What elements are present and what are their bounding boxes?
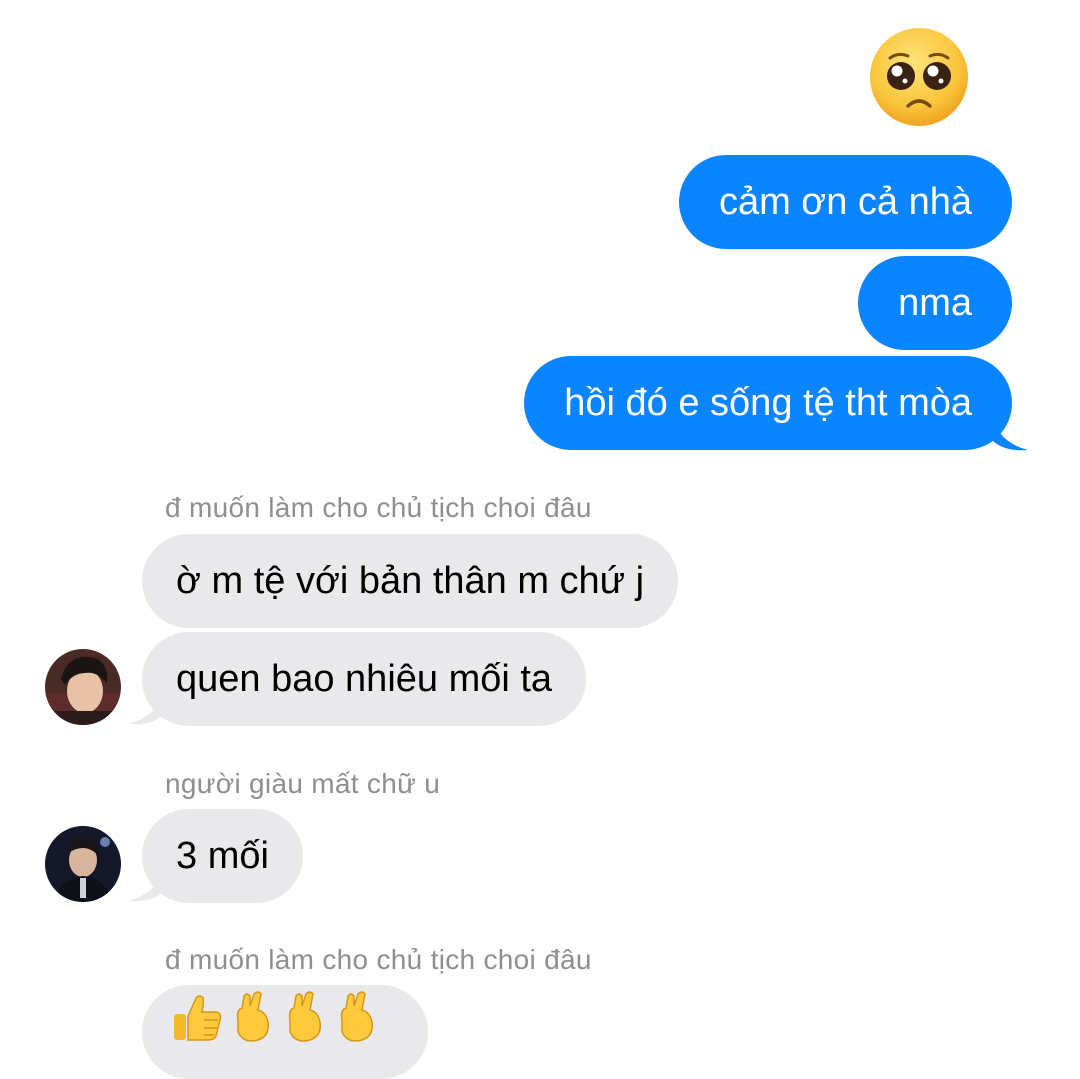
outgoing-bubble-tail	[990, 410, 1028, 451]
avatar[interactable]	[45, 826, 121, 902]
sender-name: đ muốn làm cho chủ tịch choi đâu	[165, 944, 592, 975]
sender-name: người giàu mất chữ u	[165, 768, 441, 799]
outgoing-message-bubble[interactable]: nma	[858, 256, 1012, 350]
avatar[interactable]	[45, 649, 121, 725]
outgoing-message-bubble[interactable]: hồi đó e sống tệ tht mòa	[524, 356, 1012, 450]
crossed-fingers-icon	[282, 985, 328, 1079]
incoming-message-bubble[interactable]: 3 mối	[142, 809, 303, 903]
sender-name: đ muốn làm cho chủ tịch choi đâu	[165, 492, 592, 523]
incoming-bubble-tail	[128, 684, 166, 725]
thumbs-up-icon	[170, 985, 224, 1079]
crossed-fingers-icon	[230, 985, 276, 1079]
incoming-message-bubble[interactable]: quen bao nhiêu mối ta	[142, 632, 587, 726]
crossed-fingers-icon	[334, 985, 380, 1079]
outgoing-message-bubble[interactable]: cảm ơn cả nhà	[678, 155, 1012, 249]
incoming-bubble-tail	[128, 861, 166, 902]
pleading-face-icon	[868, 26, 970, 128]
incoming-message-bubble[interactable]: ờ m tệ với bản thân m chứ j	[142, 534, 679, 628]
incoming-emoji-bubble[interactable]	[142, 985, 428, 1079]
